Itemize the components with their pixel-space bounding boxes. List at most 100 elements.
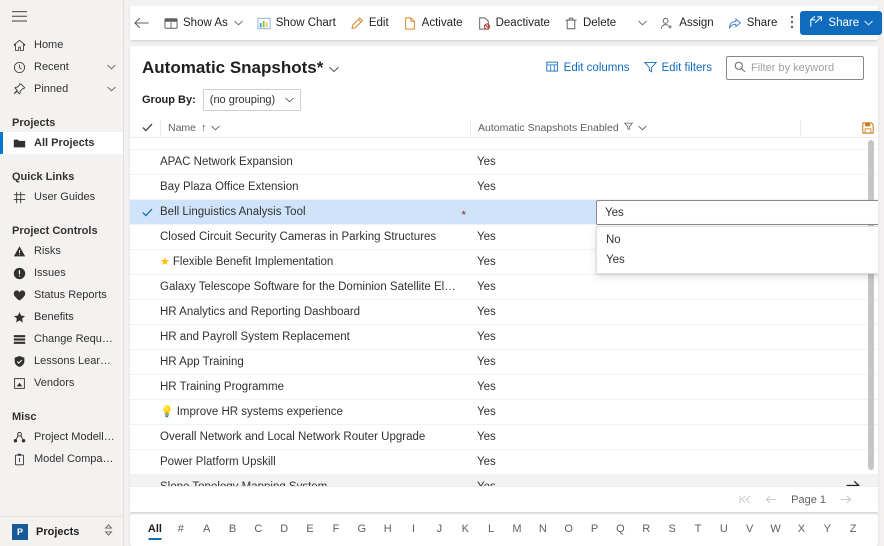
table-row[interactable]: HR and Payroll System Replacement Yes bbox=[130, 325, 878, 350]
open-record-arrow-icon[interactable] bbox=[846, 480, 878, 486]
overflow-caret-button[interactable] bbox=[631, 10, 653, 36]
chevron-down-icon[interactable] bbox=[107, 83, 117, 95]
delete-button[interactable]: Delete bbox=[557, 10, 623, 36]
table-row[interactable]: Galaxy Telescope Software for the Domini… bbox=[130, 275, 878, 300]
chevron-down-icon[interactable] bbox=[864, 17, 873, 29]
deactivate-button[interactable]: Deactivate bbox=[470, 10, 557, 36]
edit-columns-button[interactable]: Edit columns bbox=[546, 61, 630, 76]
sidebar-item-all-projects[interactable]: All Projects bbox=[0, 132, 123, 154]
sidebar-item-user-guides[interactable]: User Guides bbox=[0, 186, 123, 208]
grid-vertical-scrollbar[interactable] bbox=[868, 140, 874, 470]
hamburger-menu-icon[interactable] bbox=[0, 0, 123, 32]
alpha-c[interactable]: C bbox=[245, 523, 271, 537]
alpha-u[interactable]: U bbox=[711, 523, 737, 537]
column-header-automatic-snapshots-enabled[interactable]: Automatic Snapshots Enabled bbox=[470, 119, 800, 136]
inline-editor-combobox[interactable]: Yes bbox=[596, 200, 878, 225]
edit-button[interactable]: Edit bbox=[343, 10, 396, 36]
chevron-down-icon[interactable] bbox=[637, 122, 647, 134]
row-checkbox-checked[interactable] bbox=[142, 208, 160, 217]
alpha-m[interactable]: M bbox=[504, 523, 530, 537]
show-chart-button[interactable]: Show Chart bbox=[250, 10, 343, 36]
table-row[interactable]: HR Analytics and Reporting Dashboard Yes bbox=[130, 300, 878, 325]
alpha-all[interactable]: All bbox=[142, 523, 168, 537]
alpha-q[interactable]: Q bbox=[607, 523, 633, 537]
share-command-button[interactable]: Share bbox=[721, 10, 785, 36]
scrollbar-thumb[interactable] bbox=[868, 140, 874, 470]
chevron-updown-icon[interactable] bbox=[104, 524, 113, 539]
sidebar-item-issues[interactable]: Issues bbox=[0, 262, 123, 284]
column-header-name[interactable]: Name ↑ bbox=[160, 119, 470, 136]
page-next-icon[interactable] bbox=[840, 495, 852, 504]
sidebar-item-home[interactable]: Home bbox=[0, 34, 123, 56]
alpha-t[interactable]: T bbox=[685, 523, 711, 537]
sidebar-item-change-requests[interactable]: Change Requests bbox=[0, 328, 123, 350]
sidebar-item-status-reports[interactable]: Status Reports bbox=[0, 284, 123, 306]
group-by-select[interactable]: (no grouping) bbox=[202, 89, 302, 111]
alpha-b[interactable]: B bbox=[220, 523, 246, 537]
dropdown-option-yes[interactable]: Yes bbox=[597, 250, 878, 270]
alpha-p[interactable]: P bbox=[582, 523, 608, 537]
save-icon[interactable] bbox=[862, 121, 878, 134]
alpha-g[interactable]: G bbox=[349, 523, 375, 537]
chevron-down-icon[interactable] bbox=[329, 58, 340, 78]
sidebar-item-model-comparison[interactable]: Model Comparison bbox=[0, 448, 123, 470]
table-row[interactable]: Overall Network and Local Network Router… bbox=[130, 425, 878, 450]
table-row[interactable]: HR Training Programme Yes bbox=[130, 375, 878, 400]
chevron-down-icon[interactable] bbox=[638, 17, 647, 29]
alpha-h[interactable]: H bbox=[375, 523, 401, 537]
alpha-j[interactable]: J bbox=[426, 523, 452, 537]
chevron-down-icon[interactable] bbox=[233, 17, 243, 29]
sidebar-item-project-modelling[interactable]: Project Modelling bbox=[0, 426, 123, 448]
table-row[interactable]: Bay Plaza Office Extension Yes bbox=[130, 175, 878, 200]
share-primary-button[interactable]: Share bbox=[800, 11, 883, 35]
table-row[interactable]: HR App Training Yes bbox=[130, 350, 878, 375]
column-header-blank[interactable] bbox=[800, 119, 862, 136]
alpha-l[interactable]: L bbox=[478, 523, 504, 537]
page-prev-icon[interactable] bbox=[765, 495, 777, 504]
view-selector[interactable]: Automatic Snapshots* bbox=[142, 58, 340, 78]
table-row[interactable]: 💡 Improve HR systems experience Yes bbox=[130, 400, 878, 425]
chevron-down-icon[interactable] bbox=[285, 94, 294, 106]
alpha-o[interactable]: O bbox=[556, 523, 582, 537]
sidebar-item-risks[interactable]: Risks bbox=[0, 240, 123, 262]
inline-editor-dropdown[interactable]: No Yes bbox=[596, 226, 878, 274]
alpha-e[interactable]: E bbox=[297, 523, 323, 537]
alpha-s[interactable]: S bbox=[659, 523, 685, 537]
select-all-checkbox[interactable] bbox=[142, 123, 160, 132]
table-row[interactable]: Power Platform Upskill Yes bbox=[130, 450, 878, 475]
alpha-y[interactable]: Y bbox=[814, 523, 840, 537]
edit-filters-button[interactable]: Edit filters bbox=[643, 61, 712, 76]
alpha-x[interactable]: X bbox=[788, 523, 814, 537]
alpha-d[interactable]: D bbox=[271, 523, 297, 537]
activate-button[interactable]: Activate bbox=[396, 10, 470, 36]
sidebar-item-pinned[interactable]: Pinned bbox=[0, 78, 123, 100]
chevron-down-icon[interactable] bbox=[107, 61, 117, 73]
alpha-hash[interactable]: # bbox=[168, 523, 194, 537]
dropdown-option-no[interactable]: No bbox=[597, 230, 878, 250]
alpha-v[interactable]: V bbox=[737, 523, 763, 537]
show-as-button[interactable]: Show As bbox=[157, 10, 250, 36]
table-row[interactable]: APAC Network Expansion Yes bbox=[130, 150, 878, 175]
more-commands-button[interactable] bbox=[784, 10, 800, 36]
page-first-icon[interactable] bbox=[739, 495, 751, 504]
alpha-n[interactable]: N bbox=[530, 523, 556, 537]
assign-button[interactable]: Assign bbox=[653, 10, 721, 36]
alpha-r[interactable]: R bbox=[633, 523, 659, 537]
sidebar-item-benefits[interactable]: Benefits bbox=[0, 306, 123, 328]
back-arrow-icon[interactable] bbox=[134, 10, 149, 36]
app-switcher[interactable]: P Projects bbox=[0, 516, 123, 546]
alpha-z[interactable]: Z bbox=[840, 523, 866, 537]
sidebar-item-recent[interactable]: Recent bbox=[0, 56, 123, 78]
alpha-w[interactable]: W bbox=[763, 523, 789, 537]
search-input[interactable] bbox=[751, 62, 856, 74]
alpha-a[interactable]: A bbox=[194, 523, 220, 537]
alpha-i[interactable]: I bbox=[401, 523, 427, 537]
alpha-f[interactable]: F bbox=[323, 523, 349, 537]
table-row-selected[interactable]: Bell Linguistics Analysis Tool * Yes No … bbox=[130, 200, 878, 274]
sidebar-item-lessons-learned[interactable]: Lessons Learned bbox=[0, 350, 123, 372]
sidebar-item-vendors[interactable]: Vendors bbox=[0, 372, 123, 394]
chevron-down-icon[interactable] bbox=[211, 122, 221, 134]
table-row[interactable]: Slope Topology Mapping System Yes bbox=[130, 475, 878, 486]
alpha-k[interactable]: K bbox=[452, 523, 478, 537]
filter-by-keyword-box[interactable] bbox=[726, 56, 864, 80]
